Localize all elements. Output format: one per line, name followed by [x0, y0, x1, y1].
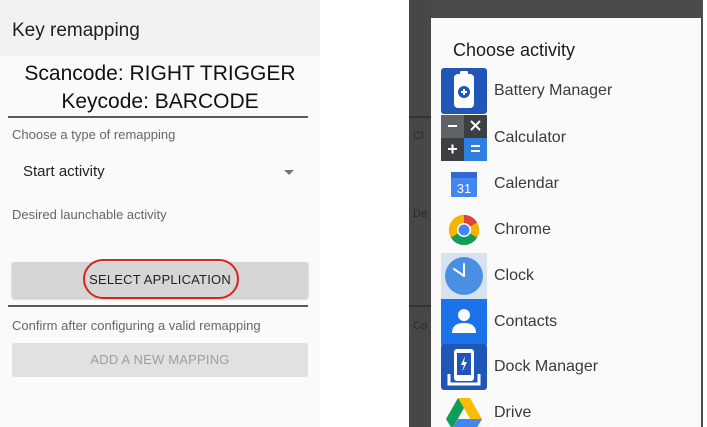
app-bar: Key remapping [0, 0, 320, 56]
background-fragment: De [413, 208, 428, 220]
dialog-title: Choose activity [453, 40, 576, 60]
dock-manager-icon [441, 344, 487, 390]
remapping-type-dropdown[interactable]: Start activity [12, 158, 308, 186]
remapping-type-value: Start activity [23, 163, 105, 180]
divider [8, 305, 308, 307]
scancode-keycode-display: Scancode: RIGHT TRIGGER Keycode: BARCODE [0, 60, 320, 116]
activity-item-dock-manager[interactable]: Dock Manager [441, 344, 696, 390]
activity-label: Calendar [494, 175, 559, 192]
activity-label: Chrome [494, 221, 551, 238]
activity-item-drive[interactable]: Drive [441, 390, 696, 427]
drive-icon [446, 398, 482, 427]
contacts-icon [441, 299, 487, 345]
choose-activity-dialog: Choose activity Battery Manager Calculat… [431, 18, 701, 427]
calculator-icon [441, 115, 487, 161]
activity-label: Drive [494, 404, 532, 421]
add-new-mapping-button[interactable]: ADD A NEW MAPPING [12, 343, 308, 377]
clock-icon [441, 253, 487, 299]
activity-label: Calculator [494, 129, 567, 146]
highlight-circle [83, 259, 239, 299]
divider [409, 305, 431, 307]
keycode-text: Keycode: BARCODE [61, 90, 259, 113]
page-title: Key remapping [12, 20, 140, 41]
scancode-text: Scancode: RIGHT TRIGGER [24, 62, 296, 85]
background-fragment: Cl [413, 130, 424, 142]
activity-item-contacts[interactable]: Contacts [441, 299, 696, 345]
activity-label: Contacts [494, 313, 558, 330]
calendar-icon-number: 31 [457, 181, 471, 196]
confirm-label: Confirm after configuring a valid remapp… [12, 318, 261, 333]
activity-item-clock[interactable]: Clock [441, 253, 696, 299]
launchable-activity-label: Desired launchable activity [12, 207, 167, 222]
activity-label: Dock Manager [494, 358, 599, 375]
activity-item-calculator[interactable]: Calculator [441, 115, 696, 161]
dropdown-arrow-icon [284, 170, 294, 175]
activity-label: Battery Manager [494, 82, 613, 99]
activity-item-chrome[interactable]: Chrome [441, 207, 696, 253]
remapping-type-label: Choose a type of remapping [12, 127, 176, 142]
activity-label: Clock [494, 267, 535, 284]
calendar-icon: 31 [451, 172, 477, 197]
divider [8, 116, 308, 118]
battery-manager-icon [441, 68, 487, 114]
chrome-icon [448, 215, 480, 246]
activity-item-battery-manager[interactable]: Battery Manager [441, 68, 696, 114]
background-fragment: Co [413, 320, 428, 332]
key-remapping-screen: Key remapping Scancode: RIGHT TRIGGER Ke… [0, 0, 320, 427]
divider [409, 116, 431, 118]
activity-item-calendar[interactable]: 31 Calendar [441, 161, 696, 207]
